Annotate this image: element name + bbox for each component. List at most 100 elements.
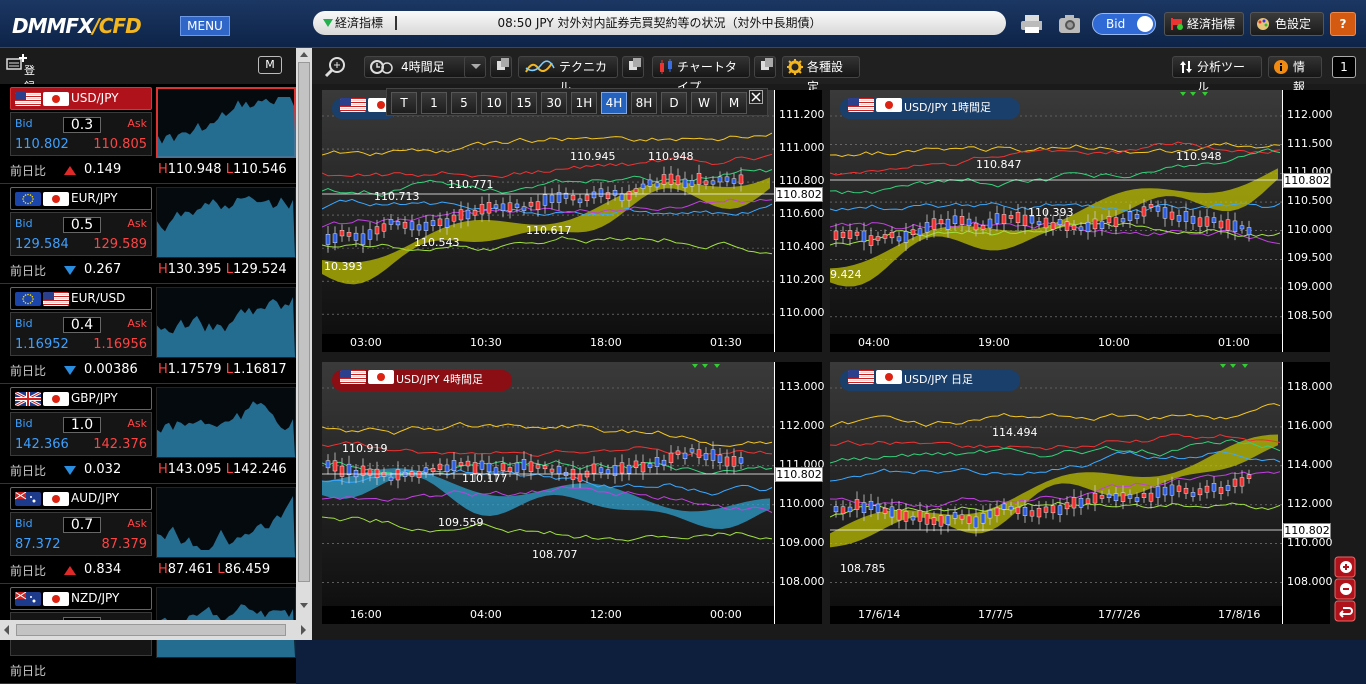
economic-indicator-button[interactable]: 経済指標 bbox=[1164, 12, 1244, 36]
pair-name-button[interactable]: NZD/JPY bbox=[10, 587, 152, 610]
scroll-left-icon[interactable] bbox=[0, 620, 14, 640]
timeframe-option[interactable]: 10 bbox=[481, 92, 507, 114]
technical-button[interactable]: テクニカル bbox=[518, 56, 618, 94]
copy-button-3[interactable] bbox=[754, 56, 776, 78]
time-tick: 10:00 bbox=[1098, 336, 1130, 349]
high-label: H bbox=[158, 362, 168, 377]
bid-price[interactable]: 87.372 bbox=[15, 537, 61, 552]
camera-icon[interactable] bbox=[1058, 14, 1080, 34]
pair-row[interactable]: AUD/JPY Bid Ask 0.7 87.372 87.379 前日比 0.834 H87.… bbox=[0, 484, 296, 584]
scroll-down-icon[interactable] bbox=[296, 600, 312, 612]
pair-name-button[interactable]: AUD/JPY bbox=[10, 487, 152, 510]
register-button[interactable]: 登録 bbox=[6, 54, 35, 93]
scroll-up-icon[interactable] bbox=[296, 48, 312, 60]
high-value: 143.095 bbox=[167, 462, 222, 477]
news-ticker[interactable]: 経済指標 08:50 JPY 対外対内証券売買契約等の状況（対外中長期債） bbox=[313, 11, 1006, 35]
ask-price[interactable]: 129.589 bbox=[93, 237, 147, 252]
ask-price[interactable]: 87.379 bbox=[102, 537, 148, 552]
help-button[interactable]: ? bbox=[1330, 12, 1356, 36]
reset-icon[interactable] bbox=[1334, 600, 1356, 622]
timeframe-select[interactable]: 4時間足 bbox=[364, 56, 470, 78]
page-number[interactable]: 1 bbox=[1332, 56, 1356, 78]
pair-row[interactable]: EUR/USD Bid Ask 0.4 1.16952 1.16956 前日比 0.00386… bbox=[0, 284, 296, 384]
zoom-out-icon[interactable] bbox=[1334, 578, 1356, 600]
zoom-icon[interactable] bbox=[324, 56, 350, 78]
chart-panel[interactable]: USD/JPY 1時間足 110.847 110.948 110.393 9.424 11… bbox=[830, 90, 1333, 352]
menu-button[interactable]: MENU bbox=[180, 16, 230, 36]
analysis-tool-button[interactable]: 分析ツール bbox=[1172, 56, 1262, 94]
timeframe-option[interactable]: 1H bbox=[571, 92, 597, 114]
quote-box[interactable]: Bid Ask 0.4 1.16952 1.16956 bbox=[10, 312, 152, 356]
vertical-scrollbar[interactable] bbox=[296, 48, 312, 620]
candle-body bbox=[696, 449, 702, 458]
timeframe-option[interactable]: 30 bbox=[541, 92, 567, 114]
pair-name: AUD/JPY bbox=[71, 491, 120, 505]
mini-mode-button[interactable]: M bbox=[258, 56, 282, 74]
candle-body bbox=[675, 175, 681, 185]
ask-price[interactable]: 110.805 bbox=[93, 137, 147, 152]
chart-type-button[interactable]: チャートタイプ bbox=[652, 56, 750, 94]
print-icon[interactable] bbox=[1020, 14, 1042, 34]
timeframe-option[interactable]: D bbox=[661, 92, 687, 114]
bid-price[interactable]: 142.366 bbox=[15, 437, 69, 452]
pair-name-button[interactable]: EUR/JPY bbox=[10, 187, 152, 210]
candle-body bbox=[717, 454, 723, 463]
timeframe-option[interactable]: 1 bbox=[421, 92, 447, 114]
timeframe-option[interactable]: 15 bbox=[511, 92, 537, 114]
quote-box[interactable]: Bid Ask 0.3 110.802 110.805 bbox=[10, 112, 152, 156]
copy-button-2[interactable] bbox=[622, 56, 644, 78]
pair-row[interactable]: GBP/JPY Bid Ask 1.0 142.366 142.376 前日比 0.032 H1… bbox=[0, 384, 296, 484]
candle-body bbox=[1141, 206, 1147, 217]
scroll-right-icon[interactable] bbox=[296, 620, 310, 640]
candle-body bbox=[1001, 503, 1007, 510]
ask-price[interactable]: 1.16956 bbox=[93, 337, 147, 352]
close-icon[interactable] bbox=[749, 90, 763, 104]
price-tick: 114.000 bbox=[1287, 457, 1333, 471]
spread-value: 0.5 bbox=[63, 217, 101, 233]
chart-svg bbox=[322, 92, 774, 315]
pair-name-button[interactable]: GBP/JPY bbox=[10, 387, 152, 410]
pair-name-button[interactable]: USD/JPY bbox=[10, 87, 152, 110]
chart-panel[interactable]: USD/JPY 日足 114.494 108.785 118.000 116.000 11… bbox=[830, 362, 1333, 624]
timeframe-dropdown[interactable] bbox=[464, 56, 486, 78]
timeframe-option[interactable]: W bbox=[691, 92, 717, 114]
timeframe-option[interactable]: 8H bbox=[631, 92, 657, 114]
candle-body bbox=[1078, 498, 1084, 508]
settings-button[interactable]: 各種設定 bbox=[782, 56, 860, 94]
color-settings-button[interactable]: 色設定 bbox=[1250, 12, 1324, 36]
time-tick: 19:00 bbox=[978, 336, 1010, 349]
high-low: H1.17579 L1.16817 bbox=[158, 362, 287, 377]
candle-body bbox=[584, 194, 590, 202]
info-button[interactable]: 情報 bbox=[1268, 56, 1322, 94]
timeframe-option[interactable]: M bbox=[721, 92, 747, 114]
timeframe-option[interactable]: 5 bbox=[451, 92, 477, 114]
candle-body bbox=[647, 463, 653, 468]
candle-body bbox=[507, 467, 513, 473]
pair-name-button[interactable]: EUR/USD bbox=[10, 287, 152, 310]
candle-body bbox=[847, 230, 853, 239]
chart-panel[interactable]: USD/JPY 4時間足 110.919 110.177 109.559 108.707… bbox=[322, 362, 825, 624]
quote-box[interactable]: Bid Ask 0.5 129.584 129.589 bbox=[10, 212, 152, 256]
quote-box[interactable]: Bid Ask 0.7 87.372 87.379 bbox=[10, 512, 152, 556]
bid-price[interactable]: 129.584 bbox=[15, 237, 69, 252]
quote-box[interactable]: Bid Ask 1.0 142.366 142.376 bbox=[10, 412, 152, 456]
ask-price[interactable]: 142.376 bbox=[93, 437, 147, 452]
bid-price[interactable]: 110.802 bbox=[15, 137, 69, 152]
horizontal-scrollbar[interactable] bbox=[0, 620, 312, 640]
chart-panel[interactable]: 110.945 110.948 110.771 110.713 110.543 110.6… bbox=[322, 90, 825, 352]
price-tick: 110.400 bbox=[779, 240, 825, 254]
pair-row[interactable]: USD/JPY Bid Ask 0.3 110.802 110.805 前日比 0.149 H1… bbox=[0, 84, 296, 184]
bid-price[interactable]: 1.16952 bbox=[15, 337, 69, 352]
candle-body bbox=[924, 222, 930, 233]
timeframe-option[interactable]: T bbox=[391, 92, 417, 114]
hscroll-thumb[interactable] bbox=[16, 624, 286, 636]
pair-row[interactable]: EUR/JPY Bid Ask 0.5 129.584 129.589 前日比 0.267 H1… bbox=[0, 184, 296, 284]
timeframe-option[interactable]: 4H bbox=[601, 92, 627, 114]
low-label: L bbox=[225, 462, 233, 477]
low-label: L bbox=[217, 562, 225, 577]
zoom-in-icon[interactable] bbox=[1334, 556, 1356, 578]
bid-ask-toggle[interactable]: Bid bbox=[1092, 13, 1156, 35]
candle-body bbox=[689, 180, 695, 187]
copy-button-1[interactable] bbox=[490, 56, 512, 78]
scroll-thumb[interactable] bbox=[298, 62, 310, 582]
